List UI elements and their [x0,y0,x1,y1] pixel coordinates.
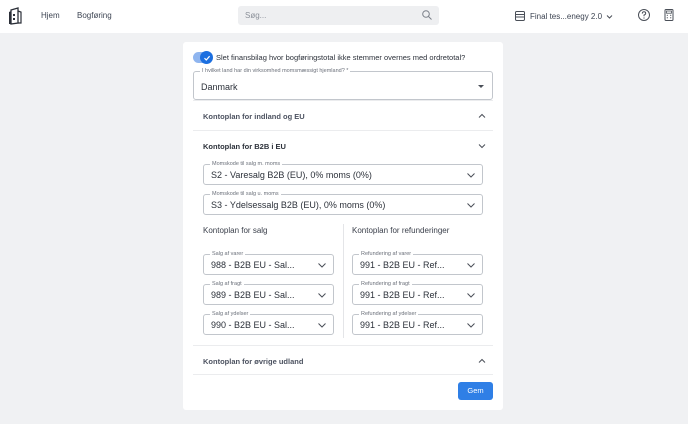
vat-without-label: Momskode til salg u. moms [210,191,281,197]
column-divider [343,224,344,338]
chevron-up-icon [478,113,486,118]
chevron-down-icon [467,293,475,298]
top-bar: Hjem Bogføring Søg... Final tes...enegy … [0,0,688,33]
section-other-abroad-title: Kontoplan for øvrige udland [203,357,304,366]
delete-mismatch-toggle-row: Slet finansbilag hvor bogføringstotal ik… [193,51,466,64]
vat-code-with-vat-select[interactable]: Momskode til salg m. moms S2 - Varesalg … [203,161,483,185]
refund-freight-select[interactable]: Refundering af fragt 991 - B2B EU - Ref.… [352,281,483,305]
calculator-icon[interactable] [662,8,676,22]
refund-goods-value: 991 - B2B EU - Ref... [360,260,445,270]
section-domestic-eu[interactable]: Kontoplan for indland og EU [193,100,493,130]
check-icon [203,55,210,61]
section-domestic-eu-title: Kontoplan for indland og EU [203,112,305,121]
dropdown-caret-icon [478,85,484,88]
search-placeholder: Søg... [245,11,267,20]
section-other-abroad[interactable]: Kontoplan for øvrige udland [193,345,493,375]
sales-freight-value: 989 - B2B EU - Sal... [211,290,295,300]
refund-goods-select[interactable]: Refundering af varer 991 - B2B EU - Ref.… [352,251,483,275]
vat-with-label: Momskode til salg m. moms [210,161,283,167]
app-logo-icon[interactable] [8,7,22,25]
chevron-down-icon [318,263,326,268]
company-name: Final tes...enegy 2.0 [530,11,603,21]
country-value: Danmark [201,82,238,92]
chevron-down-icon [478,144,486,149]
chevron-down-icon [467,203,475,208]
chevron-down-icon [467,263,475,268]
refund-freight-label: Refundering af fragt [359,281,412,287]
sales-goods-value: 988 - B2B EU - Sal... [211,260,295,270]
toggle-knob [200,51,213,64]
refunds-column-title: Kontoplan for refunderinger [352,226,450,235]
search-input[interactable]: Søg... [238,6,439,25]
sales-goods-label: Salg af varer [210,251,246,257]
sales-services-value: 990 - B2B EU - Sal... [211,320,295,330]
section-b2b-eu-title: Kontoplan for B2B i EU [203,142,286,151]
sales-column-title: Kontoplan for salg [203,226,268,235]
sales-freight-select[interactable]: Salg af fragt 989 - B2B EU - Sal... [203,281,334,305]
company-switcher[interactable]: Final tes...enegy 2.0 [514,9,613,23]
nav-home[interactable]: Hjem [41,11,60,20]
chevron-down-icon [606,14,613,19]
chevron-down-icon [467,173,475,178]
sales-goods-select[interactable]: Salg af varer 988 - B2B EU - Sal... [203,251,334,275]
country-select[interactable]: I hvilket land har din virksomhed momsmæ… [193,68,493,100]
refund-goods-label: Refundering af varer [359,251,414,257]
toggle-label: Slet finansbilag hvor bogføringstotal ik… [216,53,466,62]
refund-services-label: Refundering af ydelser [359,311,419,317]
delete-mismatch-toggle[interactable] [193,51,213,64]
refund-services-select[interactable]: Refundering af ydelser 991 - B2B EU - Re… [352,311,483,335]
sales-services-select[interactable]: Salg af ydelser 990 - B2B EU - Sal... [203,311,334,335]
nav-bookkeeping[interactable]: Bogføring [77,11,112,20]
chevron-down-icon [318,293,326,298]
vat-without-value: S3 - Ydelsessalg B2B (EU), 0% moms (0%) [211,200,386,210]
refund-freight-value: 991 - B2B EU - Ref... [360,290,445,300]
sales-services-label: Salg af ydelser [210,311,251,317]
country-label: I hvilket land har din virksomhed momsmæ… [200,68,351,74]
store-icon [515,11,525,21]
save-button[interactable]: Gem [458,382,493,400]
chevron-down-icon [467,323,475,328]
search-icon[interactable] [421,9,433,21]
chevron-down-icon [318,323,326,328]
refund-services-value: 991 - B2B EU - Ref... [360,320,445,330]
settings-card: Slet finansbilag hvor bogføringstotal ik… [183,42,503,410]
help-icon[interactable] [637,8,651,22]
chevron-up-icon [478,358,486,363]
section-b2b-eu[interactable]: Kontoplan for B2B i EU [193,130,493,160]
sales-freight-label: Salg af fragt [210,281,244,287]
vat-code-without-vat-select[interactable]: Momskode til salg u. moms S3 - Ydelsessa… [203,191,483,215]
vat-with-value: S2 - Varesalg B2B (EU), 0% moms (0%) [211,170,372,180]
